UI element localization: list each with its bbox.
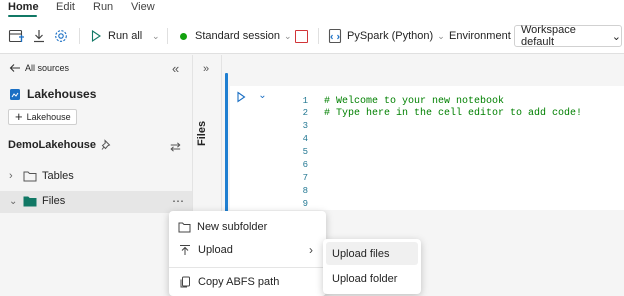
active-tab-indicator	[8, 15, 37, 17]
menu-item-label: New subfolder	[197, 221, 268, 233]
folder-icon	[23, 171, 37, 182]
line-number: 9	[302, 199, 308, 209]
lakehouses-title: Lakehouses	[27, 87, 97, 101]
code-file-icon	[328, 28, 342, 44]
chevron-right-icon: ›	[9, 170, 13, 182]
menu-divider	[169, 267, 326, 268]
menu-item-label: Copy ABFS path	[198, 276, 280, 288]
chevron-down-icon: ⌄	[611, 30, 621, 43]
line-number: 3	[302, 121, 308, 131]
code-line[interactable]: # Welcome to your new notebook	[324, 96, 504, 107]
workspace-dropdown[interactable]: Workspace default ⌄	[514, 24, 622, 48]
tab-edit[interactable]: Edit	[56, 1, 75, 13]
session-label: Standard session	[195, 30, 280, 42]
menu-item-label: Upload files	[332, 247, 390, 260]
workspace-label: Workspace default	[521, 24, 576, 48]
notebook-settings-icon	[8, 29, 24, 43]
run-cell-button[interactable]	[236, 91, 246, 106]
line-number: 8	[302, 186, 308, 196]
chevron-right-icon: ›	[309, 243, 313, 257]
context-menu: New subfolder Upload › Copy ABFS path	[169, 211, 326, 296]
environment-button[interactable]: Environment	[449, 18, 511, 54]
upload-icon	[180, 245, 190, 255]
play-icon	[237, 91, 246, 103]
run-all-dropdown[interactable]: ⌄	[148, 18, 160, 54]
line-number: 6	[302, 160, 308, 170]
more-options-button[interactable]: ⋯	[172, 194, 185, 208]
chevron-down-icon: ⌄	[258, 89, 267, 101]
menu-item-new-subfolder[interactable]: New subfolder	[169, 216, 326, 238]
tree-item-files[interactable]: ⌄ Files	[9, 195, 65, 207]
all-sources-link[interactable]: All sources	[9, 63, 69, 73]
session-dropdown[interactable]: Standard session ⌄	[180, 18, 292, 54]
code-line[interactable]: # Type here in the cell editor to add co…	[324, 108, 582, 119]
toolbar-divider	[79, 28, 80, 44]
menu-item-upload-files[interactable]: Upload files	[326, 242, 418, 265]
collapse-explorer-button[interactable]: «	[172, 61, 179, 76]
folder-filled-icon	[23, 196, 37, 207]
stop-session-button[interactable]	[295, 18, 308, 54]
tree-item-label: Files	[42, 195, 66, 207]
run-all-label: Run all	[108, 30, 143, 42]
copy-icon	[180, 276, 190, 288]
menu-item-label: Upload folder	[332, 272, 398, 285]
run-all-button[interactable]: Run all	[90, 18, 142, 54]
lakehouse-icon	[10, 88, 20, 100]
session-status-dot	[180, 32, 187, 40]
add-lakehouse-label: Lakehouse	[26, 112, 71, 122]
plus-icon: +	[15, 109, 23, 124]
files-rail-label[interactable]: Files	[196, 121, 208, 146]
line-number: 2	[302, 108, 308, 118]
notebook-settings-button[interactable]	[8, 18, 26, 54]
upload-submenu: Upload files Upload folder	[323, 239, 421, 294]
download-icon	[34, 30, 44, 43]
tab-home[interactable]: Home	[8, 1, 39, 13]
tab-view[interactable]: View	[131, 1, 155, 13]
back-arrow-icon	[9, 64, 20, 72]
menu-item-label: Upload	[198, 244, 233, 256]
line-number: 1	[302, 96, 308, 106]
add-lakehouse-button[interactable]: + Lakehouse	[8, 109, 77, 125]
toolbar-divider	[318, 28, 319, 44]
menu-item-copy-abfs-path[interactable]: Copy ABFS path	[169, 271, 326, 293]
swap-icon: ⇄	[170, 139, 181, 154]
environment-label: Environment	[449, 30, 511, 42]
lakehouse-name: DemoLakehouse	[8, 139, 97, 151]
tab-run[interactable]: Run	[93, 1, 113, 13]
chevron-down-icon: ⌄	[437, 30, 445, 41]
language-label: PySpark (Python)	[347, 30, 434, 42]
line-number: 4	[302, 134, 308, 144]
menu-item-upload-folder[interactable]: Upload folder	[326, 267, 418, 290]
switch-lakehouse-button[interactable]: ⇄	[170, 139, 181, 155]
pin-icon[interactable]	[101, 139, 112, 151]
gear-icon	[55, 30, 67, 42]
chevron-down-icon: ⌄	[152, 30, 160, 41]
double-chevron-right-icon[interactable]: »	[203, 63, 209, 75]
all-sources-label: All sources	[25, 63, 70, 73]
tree-item-tables[interactable]: › Tables	[9, 170, 74, 182]
lakehouse-name-row: DemoLakehouse	[8, 139, 112, 151]
tree-item-label: Tables	[42, 170, 74, 182]
toolbar: Run all ⌄ Standard session ⌄ PySpark (Py…	[0, 18, 624, 54]
run-cell-dropdown[interactable]: ⌄	[253, 86, 272, 104]
lakehouses-header: Lakehouses	[9, 87, 96, 101]
line-number: 5	[302, 147, 308, 157]
language-dropdown[interactable]: PySpark (Python) ⌄	[328, 18, 445, 54]
chevron-down-icon: ⌄	[284, 30, 292, 41]
toolbar-divider	[167, 28, 168, 44]
chevron-down-icon: ⌄	[9, 195, 18, 207]
stop-icon	[295, 29, 308, 43]
folder-icon	[178, 222, 191, 233]
ellipsis-icon: ⋯	[172, 194, 185, 208]
menu-item-upload[interactable]: Upload ›	[169, 239, 326, 261]
double-chevron-left-icon: «	[172, 61, 180, 76]
menu-bar: Home Edit Run View	[0, 0, 624, 18]
download-button[interactable]	[32, 18, 46, 54]
play-icon	[91, 29, 101, 43]
lakehouse-explorer: All sources « Lakehouses + Lakehouse Dem…	[0, 55, 193, 296]
line-number: 7	[302, 173, 308, 183]
settings-button[interactable]	[53, 18, 69, 54]
